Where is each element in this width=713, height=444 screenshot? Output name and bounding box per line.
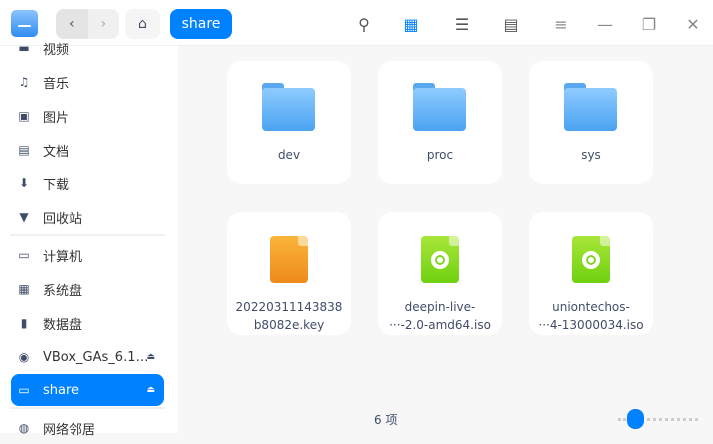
file-name: proc [426,148,454,162]
sidebar-item-label: VBox_GAs_6.1… [43,349,149,365]
breadcrumb-share[interactable]: share [170,9,232,39]
file-item[interactable]: deepin-live- ···-2.0-amd64.iso [378,212,502,335]
folder-icon [262,83,315,131]
eject-icon[interactable]: ⏏ [146,385,155,395]
sidebar-item-10[interactable]: ▭ share ⏏ [11,374,164,406]
menu-icon: ≡ [554,14,568,34]
sidebar-item-4[interactable]: ⬇ 下载 [11,167,164,199]
search-button[interactable]: ⚲ [352,12,376,36]
maximize-button[interactable]: ❐ [637,12,661,36]
file-item[interactable]: uniontechos- ···4-13000034.iso [529,212,653,335]
document-icon: ▤ [18,143,30,157]
file-name: 20220311143838 b8082e.key [235,300,343,332]
file-name: uniontechos- ···4-13000034.iso [538,300,644,332]
file-item[interactable]: dev [227,61,351,184]
sidebar-item-0[interactable]: ▬ 视频 [11,32,164,64]
sidebar-item-1[interactable]: ♫ 音乐 [11,66,164,98]
sidebar-item-11[interactable]: ◍ 网络邻居 [11,412,164,444]
icon-view-button[interactable]: ▦ [399,12,423,36]
sidebar-item-6[interactable]: ▭ 计算机 [11,239,164,271]
sidebar-item-label: 音乐 [43,76,70,92]
sidebar-item-label: 下载 [43,177,70,193]
close-button[interactable]: ✕ [681,12,705,36]
close-icon: ✕ [686,14,700,34]
zoom-slider-thumb[interactable] [627,409,645,429]
sidebar-item-7[interactable]: ▦ 系统盘 [11,273,164,305]
sidebar-item-label: share [43,382,80,398]
file-name: dev [277,148,301,162]
music-icon: ♫ [18,75,30,89]
optical-disc-icon: ◉ [18,350,30,364]
minimize-icon: — [597,14,613,34]
sidebar-item-8[interactable]: ▮ 数据盘 [11,307,164,339]
presentation-file-icon [270,236,308,283]
sidebar-item-9[interactable]: ◉ VBox_GAs_6.1… ⏏ [11,341,164,373]
sidebar-item-label: 网络邻居 [43,422,96,438]
file-item[interactable]: sys [529,61,653,184]
download-icon: ⬇ [18,176,30,190]
sidebar-item-label: 数据盘 [43,317,83,333]
maximize-icon: ❐ [641,14,657,34]
sidebar-item-label: 系统盘 [43,283,83,299]
system-disk-icon: ▦ [18,282,30,296]
sidebar-item-5[interactable]: ▼ 回收站 [11,201,164,233]
list-view-button[interactable]: ☰ [450,12,474,36]
sidebar-item-2[interactable]: ▣ 图片 [11,100,164,132]
picture-icon: ▣ [18,109,30,123]
file-name: sys [581,148,601,162]
tree-view-icon: ▤ [503,14,519,34]
file-name: deepin-live- ···-2.0-amd64.iso [389,300,491,332]
tree-view-button[interactable]: ▤ [499,12,523,36]
sidebar-item-label: 回收站 [43,211,83,227]
sidebar-item-3[interactable]: ▤ 文档 [11,134,164,166]
share-folder-icon: ▭ [18,383,30,397]
disc-image-file-icon [572,236,610,283]
data-disk-icon: ▮ [20,316,28,330]
sidebar-item-label: 视频 [43,42,70,58]
search-icon: ⚲ [358,14,370,34]
icon-view-icon: ▦ [403,14,419,34]
eject-icon[interactable]: ⏏ [146,352,155,362]
video-icon: ▬ [18,41,30,55]
list-view-icon: ☰ [454,14,470,34]
computer-icon: ▭ [18,248,30,262]
menu-button[interactable]: ≡ [549,12,573,36]
sidebar-item-label: 文档 [43,144,70,160]
folder-icon [413,83,466,131]
file-item[interactable]: 20220311143838 b8082e.key [227,212,351,335]
minimize-button[interactable]: — [593,12,617,36]
file-item[interactable]: proc [378,61,502,184]
folder-icon [564,83,617,131]
home-icon: ⌂ [138,16,147,32]
sidebar-item-label: 计算机 [43,249,83,265]
sidebar-divider [10,234,165,236]
sidebar: ▬ 视频 ♫ 音乐 ▣ 图片 ▤ 文档 ⬇ 下载 ▼ 回收站 ▭ 计算机 ▦ 系统盘 ▮ 数据盘 ◉ VBox_GAs… [0,41,178,438]
disc-image-file-icon [421,236,459,283]
sidebar-item-label: 图片 [43,110,70,126]
trash-icon: ▼ [19,210,29,224]
sidebar-divider [10,407,165,409]
item-count: 6 项 [374,413,398,427]
